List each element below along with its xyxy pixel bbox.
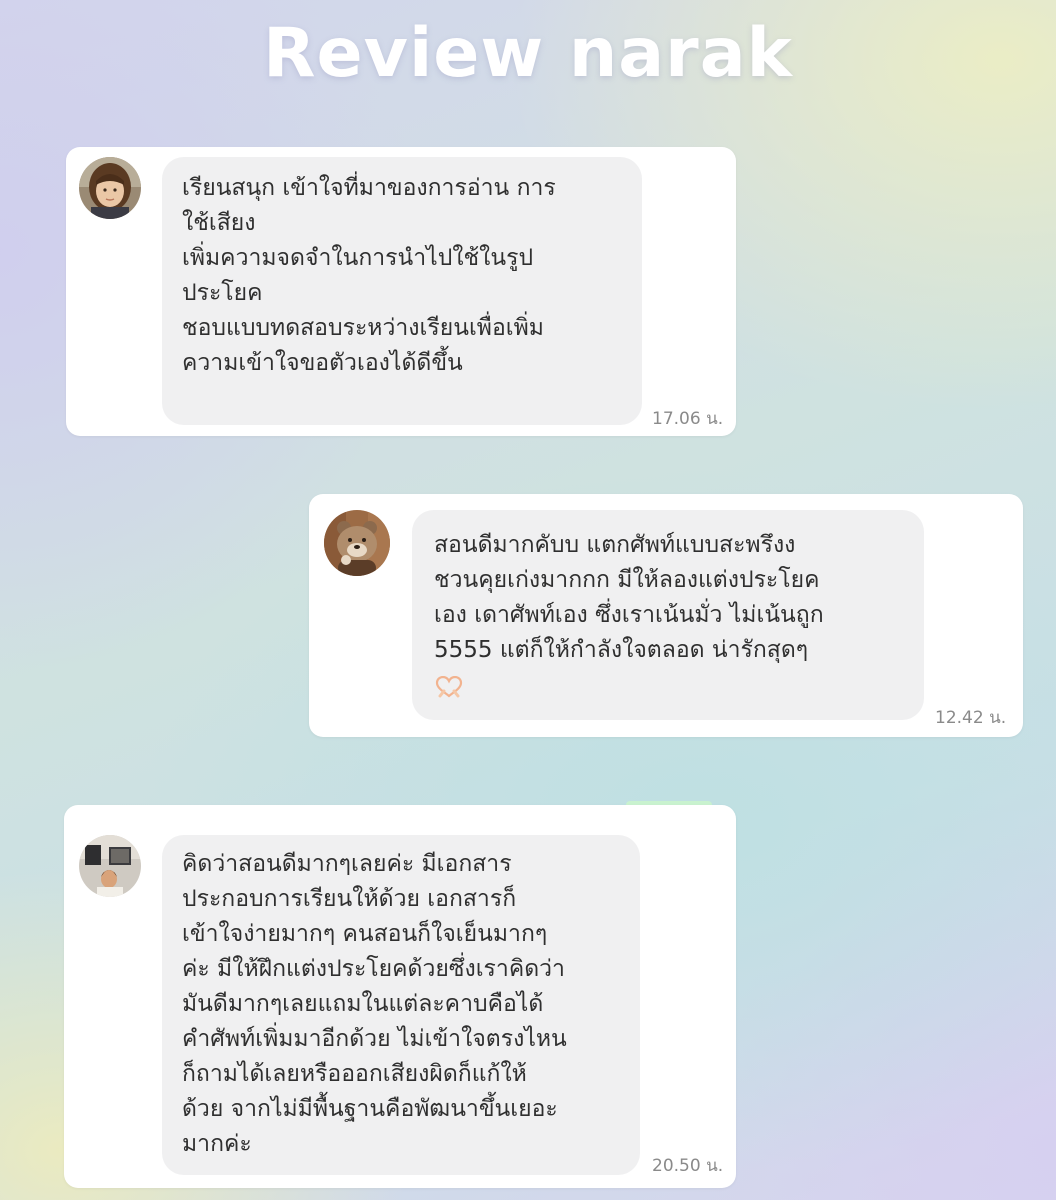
message-line: เอง เดาศัพท์เอง ซึ่งเราเน้นมั่ว ไม่เน้นถ…: [434, 602, 824, 628]
message-line: คิดว่าสอนดีมากๆเลยค่ะ มีเอกสาร: [182, 851, 512, 877]
message-timestamp: 17.06 น.: [652, 409, 724, 429]
child-photo-avatar-icon[interactable]: [79, 157, 141, 219]
message-line: คำศัพท์เพิ่มมาอีกด้วย ไม่เข้าใจตรงไหน: [182, 1026, 567, 1052]
page-title: Review narak: [263, 14, 793, 93]
message-bubble: เรียนสนุก เข้าใจที่มาของการอ่าน การ ใช้เ…: [162, 157, 642, 425]
review-card-2: สอนดีมากคับบ แตกศัพท์แบบสะพรึงง ชวนคุยเก…: [309, 494, 1023, 737]
message-line: ค่ะ มีให้ฝึกแต่งประโยคด้วยซึ่งเราคิดว่า: [182, 956, 565, 982]
message-line: สอนดีมากคับบ แตกศัพท์แบบสะพรึงง: [434, 532, 796, 558]
message-timestamp: 20.50 น.: [652, 1156, 724, 1176]
review-card-1: เรียนสนุก เข้าใจที่มาของการอ่าน การ ใช้เ…: [66, 147, 736, 436]
message-line: ประโยค: [182, 280, 263, 306]
person-photo-avatar-icon[interactable]: [79, 835, 141, 897]
message-line: ความเข้าใจขอตัวเองได้ดีขึ้น: [182, 350, 463, 376]
message-line: ใช้เสียง: [182, 210, 256, 236]
message-bubble: สอนดีมากคับบ แตกศัพท์แบบสะพรึงง ชวนคุยเก…: [412, 510, 924, 720]
message-line: ชวนคุยเก่งมากกก มีให้ลองแต่งประโยค: [434, 567, 820, 593]
message-line: เรียนสนุก เข้าใจที่มาของการอ่าน การ: [182, 175, 556, 201]
message-line: 5555 แต่ก็ให้กำลังใจตลอด น่ารักสุดๆ: [434, 637, 809, 663]
message-line: ประกอบการเรียนให้ด้วย เอกสารก็: [182, 886, 517, 912]
message-line: มันดีมากๆเลยแถมในแต่ละคาบคือได้: [182, 991, 544, 1017]
message-line: เพิ่มความจดจำในการนำไปใช้ในรูป: [182, 245, 534, 271]
message-timestamp: 12.42 น.: [935, 708, 1007, 728]
message-line: ด้วย จากไม่มีพื้นฐานคือพัฒนาขึ้นเยอะ: [182, 1096, 558, 1122]
message-bubble: คิดว่าสอนดีมากๆเลยค่ะ มีเอกสาร ประกอบการ…: [162, 835, 640, 1175]
message-line: ก็ถามได้เลยหรือออกเสียงผิดก็แก้ให้: [182, 1061, 527, 1087]
message-line: เข้าใจง่ายมากๆ คนสอนก็ใจเย็นมากๆ: [182, 921, 548, 947]
heart-hands-emoji-icon: [434, 674, 464, 709]
message-line: มากค่ะ: [182, 1131, 252, 1157]
bear-avatar-icon[interactable]: [324, 510, 390, 576]
review-card-3: คิดว่าสอนดีมากๆเลยค่ะ มีเอกสาร ประกอบการ…: [64, 805, 736, 1188]
message-line: ชอบแบบทดสอบระหว่างเรียนเพื่อเพิ่ม: [182, 315, 544, 341]
